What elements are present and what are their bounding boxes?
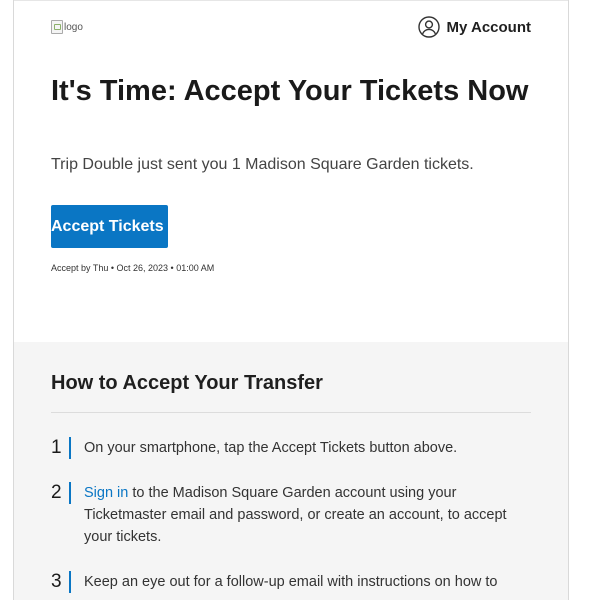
accept-tickets-button[interactable]: Accept Tickets xyxy=(51,205,168,248)
broken-image-icon xyxy=(51,20,63,34)
page-title: It's Time: Accept Your Tickets Now xyxy=(51,75,529,107)
logo-alt-text: logo xyxy=(64,21,83,33)
step-number: 2 xyxy=(51,482,62,503)
step-item: 3 Keep an eye out for a follow-up email … xyxy=(51,571,531,593)
step-bar xyxy=(69,571,71,593)
email-page: logo My Account It's Time: Accept Your T… xyxy=(0,0,603,600)
top-divider xyxy=(14,0,568,1)
step-bar xyxy=(69,437,71,459)
email-header: logo My Account xyxy=(51,14,531,40)
section-title: How to Accept Your Transfer xyxy=(51,372,323,394)
step-number: 3 xyxy=(51,571,62,592)
step-item: 1 On your smartphone, tap the Accept Tic… xyxy=(51,437,531,459)
step-text: Sign in to the Madison Square Garden acc… xyxy=(84,482,524,548)
user-circle-icon xyxy=(417,16,440,38)
transfer-description: Trip Double just sent you 1 Madison Squa… xyxy=(51,156,474,173)
step-number: 1 xyxy=(51,437,62,458)
accept-tickets-label: Accept Tickets xyxy=(51,217,164,235)
step-text: On your smartphone, tap the Accept Ticke… xyxy=(84,440,458,456)
section-divider xyxy=(51,412,531,413)
step-text: Keep an eye out for a follow-up email wi… xyxy=(84,574,498,590)
step-item: 2 Sign in to the Madison Square Garden a… xyxy=(51,482,531,548)
logo[interactable]: logo xyxy=(51,20,83,34)
step-bar xyxy=(69,482,71,504)
my-account-label: My Account xyxy=(446,18,531,36)
step-text-rest: to the Madison Square Garden account usi… xyxy=(84,485,507,545)
sign-in-link[interactable]: Sign in xyxy=(84,485,128,501)
accept-deadline: Accept by Thu • Oct 26, 2023 • 01:00 AM xyxy=(51,263,215,273)
my-account-link[interactable]: My Account xyxy=(417,14,531,40)
how-to-section: How to Accept Your Transfer 1 On your sm… xyxy=(14,342,568,600)
email-card: logo My Account It's Time: Accept Your T… xyxy=(13,0,569,600)
